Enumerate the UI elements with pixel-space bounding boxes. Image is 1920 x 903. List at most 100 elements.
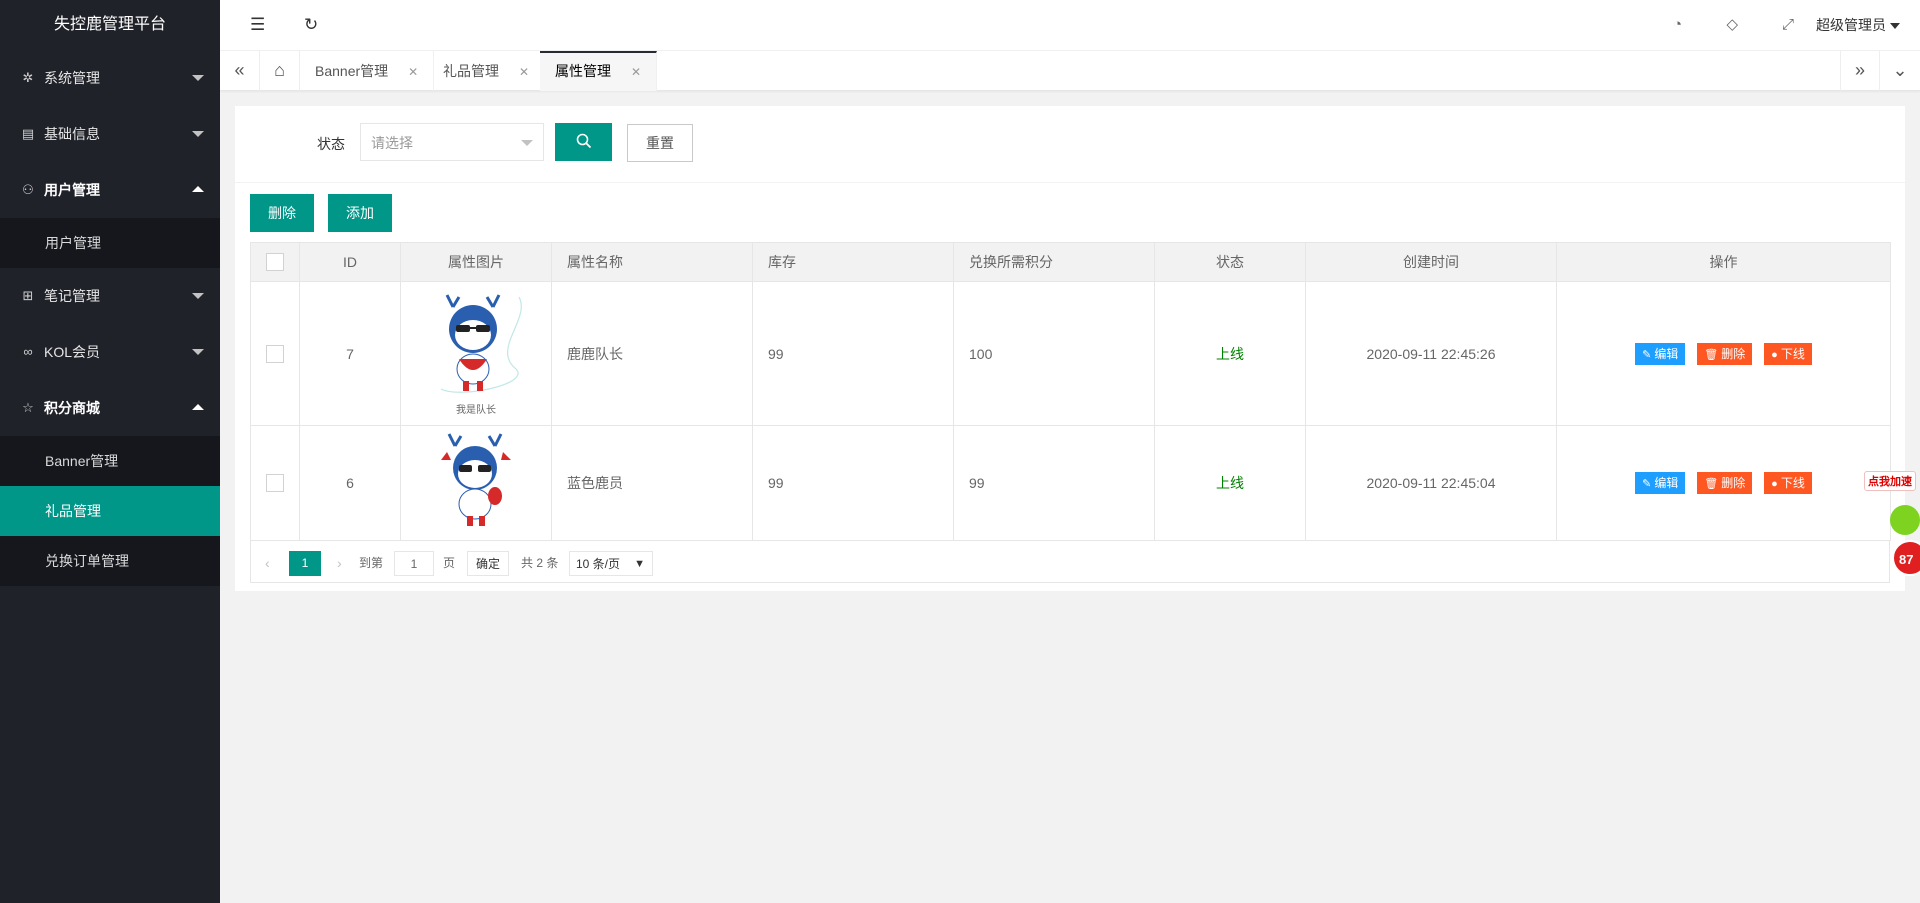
top-header: ☰ ↻ ◔ ◇ ⤢ 超级管理员 [220,0,1920,51]
fullscreen-icon[interactable]: ⤢ [1782,14,1794,36]
deer-mascot-illustration [441,432,511,526]
table-row: 6 蓝色鹿员 99 99 上线 2020-09-11 22:45:04 ✎ 编辑… [250,425,1891,541]
chevron-down-icon [192,293,204,299]
collapse-menu-icon[interactable]: ☰ [250,14,265,36]
cell-points: 100 [953,281,1155,426]
reset-button[interactable]: 重置 [627,124,693,162]
status-select[interactable]: 请选择 [360,123,544,161]
floating-speedup-widget[interactable]: 点我加速 87 [1864,465,1920,585]
home-icon[interactable]: ⌂ [260,51,300,91]
edit-button[interactable]: ✎ 编辑 [1635,342,1686,365]
deer-mascot-illustration [440,293,522,393]
bulk-delete-button[interactable]: 删除 [250,194,314,232]
cell-stock: 99 [752,281,954,426]
app-logo-title[interactable]: 失控鹿管理平台 [0,0,220,50]
col-header-actions: 操作 [1556,242,1891,282]
edit-label: 编辑 [1654,346,1679,361]
pencil-icon: ✎ [1642,348,1652,361]
cell-created: 2020-09-11 22:45:26 [1305,281,1557,426]
close-icon[interactable]: ✕ [519,65,529,79]
page-current[interactable]: 1 [289,551,321,576]
row-checkbox[interactable] [266,344,284,363]
sidebar-subitem-banner[interactable]: Banner管理 [0,436,220,486]
tab-label: Banner管理 [315,63,389,79]
username: 超级管理员 [1816,17,1886,33]
delete-button[interactable]: 🗑 删除 [1697,472,1753,494]
trash-icon: 🗑 [1704,478,1719,490]
tab-banner[interactable]: Banner管理 ✕ [300,51,435,91]
search-button[interactable] [555,123,612,161]
tabs-scroll-left-icon[interactable]: « [220,51,260,91]
cell-created: 2020-09-11 22:45:04 [1305,425,1557,541]
sidebar-item-user-management[interactable]: ⚇ 用户管理 [0,162,220,218]
sidebar-item-label: 笔记管理 [44,288,100,304]
sidebar-item-points-mall[interactable]: ☆ 积分商城 [0,380,220,436]
sidebar-item-system[interactable]: ✲ 系统管理 [0,50,220,106]
cell-name: 蓝色鹿员 [551,425,753,541]
pagination: ‹ 1 › 到第 1 页 确定 共 2 条 10 条/页 ▼ [250,541,1890,583]
col-header-status[interactable]: 状态 [1154,242,1306,282]
tabs-menu-chevron-icon[interactable]: ⌄ [1880,51,1920,91]
page-unit-label: 页 [443,556,456,570]
add-button[interactable]: 添加 [328,194,392,232]
row-checkbox[interactable] [266,474,284,493]
sidebar-item-label: 系统管理 [44,70,100,86]
cell-status: 上线 [1154,425,1306,541]
goto-page-input[interactable]: 1 [394,551,434,576]
sidebar-subitem-orders[interactable]: 兑换订单管理 [0,536,220,586]
total-count: 共 2 条 [521,556,559,570]
goto-confirm-button[interactable]: 确定 [467,551,510,576]
delete-label: 删除 [1721,476,1746,490]
col-header-points[interactable]: 兑换所需积分 [953,242,1155,282]
sidebar: 失控鹿管理平台 ✲ 系统管理 ▤ 基础信息 ⚇ 用户管理 用户管理 ⊞ 笔记管理… [0,0,220,903]
offline-button[interactable]: ● 下线 [1764,472,1812,494]
theme-palette-icon[interactable]: ◔ [1673,14,1682,36]
edit-button[interactable]: ✎ 编辑 [1635,472,1686,494]
tabs-scroll-right-icon[interactable]: » [1840,51,1880,91]
tab-gifts[interactable]: 礼品管理 ✕ [428,51,546,91]
select-all-checkbox[interactable] [266,253,284,272]
sidebar-subitem-gifts[interactable]: 礼品管理 [0,486,220,536]
sidebar-item-label: 用户管理 [44,182,100,198]
close-icon[interactable]: ✕ [408,65,418,79]
sidebar-subitem-users[interactable]: 用户管理 [0,218,220,268]
delete-button[interactable]: 🗑 删除 [1697,342,1753,365]
trash-icon: 🗑 [1704,348,1719,361]
tag-icon[interactable]: ◇ [1726,14,1738,36]
sidebar-item-kol[interactable]: ∞ KOL会员 [0,324,220,380]
col-header-created[interactable]: 创建时间 [1305,242,1557,282]
close-icon[interactable]: ✕ [631,65,641,79]
star-icon: ☆ [22,400,34,415]
subnav-points-mall: Banner管理 礼品管理 兑换订单管理 [0,436,220,586]
link-icon: ∞ [23,344,33,359]
offline-label: 下线 [1780,346,1805,361]
next-page-icon[interactable]: › [337,551,342,576]
col-header-id[interactable]: ID [299,242,401,282]
page-size-select[interactable]: 10 条/页 ▼ [569,551,653,576]
search-form: 状态 请选择 重置 [235,106,1905,183]
chevron-down-icon [521,140,533,146]
tab-label: 礼品管理 [443,63,499,79]
content-card: 状态 请选择 重置 删除 添加 ID 属性图片 属性名称 库存 兑换所需积分 状… [235,106,1905,591]
edit-label: 编辑 [1654,476,1679,490]
speedup-count-badge: 87 [1892,540,1920,576]
col-header-image[interactable]: 属性图片 [400,242,552,282]
sidebar-item-basic-info[interactable]: ▤ 基础信息 [0,106,220,162]
subnav-user-management: 用户管理 [0,218,220,268]
chevron-up-icon [192,186,204,192]
tab-attributes[interactable]: 属性管理 ✕ [540,51,658,91]
gear-icon: ✲ [22,70,34,85]
user-menu[interactable]: 超级管理员 [1816,0,1920,51]
data-table: ID 属性图片 属性名称 库存 兑换所需积分 状态 创建时间 操作 7 我是队长… [250,242,1891,541]
chevron-up-icon [192,404,204,410]
sidebar-item-notes[interactable]: ⊞ 笔记管理 [0,268,220,324]
prev-page-icon[interactable]: ‹ [265,551,270,576]
page-size-value: 10 条/页 [576,557,621,571]
offline-button[interactable]: ● 下线 [1764,342,1812,365]
table-row: 7 我是队长 鹿鹿队长 99 100 上线 2020-09-11 22:45:2… [250,281,1891,426]
refresh-icon[interactable]: ↻ [304,14,318,36]
cell-name: 鹿鹿队长 [551,281,753,426]
col-header-name[interactable]: 属性名称 [551,242,753,282]
pencil-icon: ✎ [1642,478,1652,490]
col-header-stock[interactable]: 库存 [752,242,954,282]
